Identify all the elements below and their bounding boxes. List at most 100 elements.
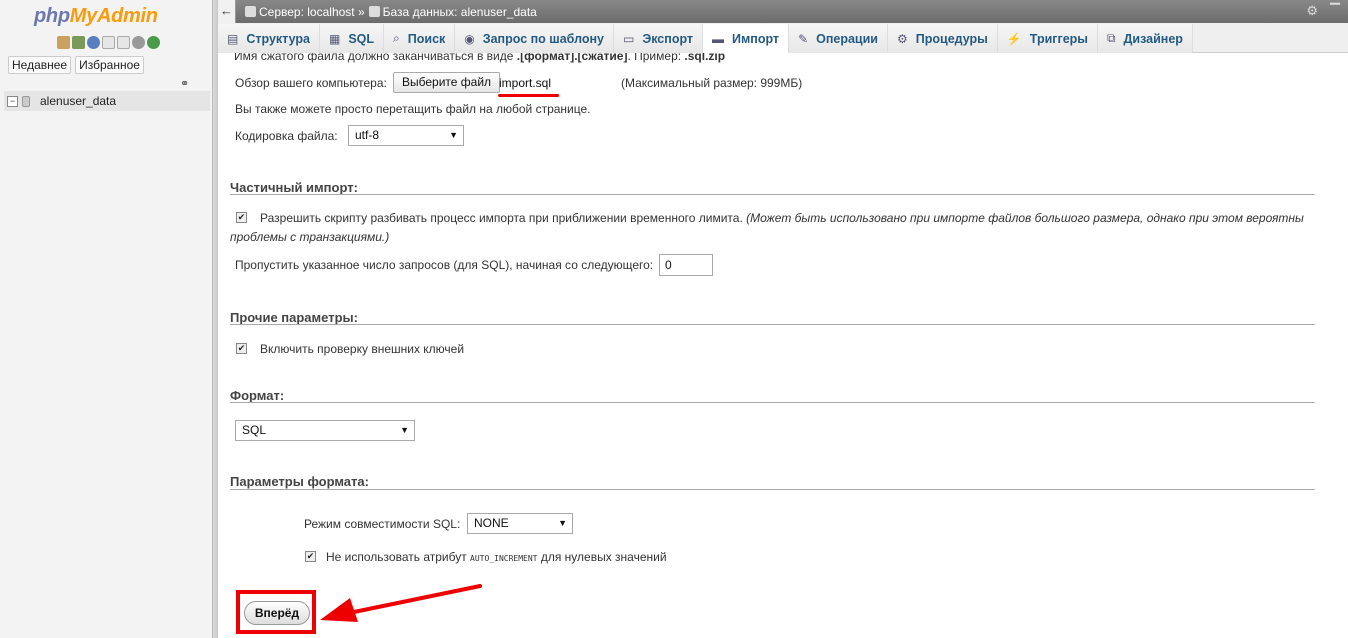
tab-operations-label: Операции <box>816 31 878 46</box>
expand-icon[interactable]: − <box>7 95 18 107</box>
tab-triggers[interactable]: ⚡ Триггеры <box>997 24 1098 53</box>
charset-select-value: utf-8 <box>355 128 380 142</box>
chevron-down-icon: ▼ <box>400 425 409 435</box>
no-auto-value-prefix: Не использовать атрибут <box>326 550 467 564</box>
compression-hint-example-label: . Пример: <box>627 53 682 63</box>
format-title: Формат: <box>230 388 285 403</box>
phpmyadmin-logo[interactable]: phpMyAdmin <box>34 5 158 28</box>
tab-import-label: Импорт <box>732 31 780 46</box>
chevron-down-icon: ▼ <box>558 518 567 528</box>
no-auto-value-suffix: для нулевых значений <box>540 550 667 564</box>
allow-interrupt-note-cont: проблемы с транзакциями.) <box>230 230 390 244</box>
query-icon: ◉ <box>464 31 475 46</box>
tab-sql-label: SQL <box>348 31 375 46</box>
go-button[interactable]: Вперёд <box>244 601 310 625</box>
search-icon: ⌕ <box>393 31 400 45</box>
import-form: Имя сжатого файла должно заканчиваться в… <box>218 53 1348 638</box>
skip-queries-label: Пропустить указанное число запросов (для… <box>235 258 654 272</box>
compression-hint: Имя сжатого файла должно заканчиваться в… <box>234 53 725 63</box>
db-tree-item-label[interactable]: alenuser_data <box>40 94 116 108</box>
compression-hint-format: .[формат].[сжатие] <box>516 53 628 63</box>
breadcrumb-server[interactable]: Сервер: localhost » <box>245 5 365 19</box>
fk-checks-label: Включить проверку внешних ключей <box>260 342 465 356</box>
divider <box>230 194 1315 195</box>
allow-interrupt-text: Разрешить скрипту разбивать процесс импо… <box>260 211 743 225</box>
divider <box>230 489 1315 490</box>
tab-structure-label: Структура <box>246 31 310 46</box>
logout-icon[interactable] <box>72 36 85 49</box>
allow-interrupt-label: Разрешить скрипту разбивать процесс импо… <box>260 211 1304 225</box>
sql-icon: ▦ <box>328 31 341 46</box>
file-name-underline <box>498 94 559 97</box>
favorite-tables-button[interactable]: Избранное <box>75 56 144 74</box>
breadcrumb-server-label[interactable]: Сервер: localhost » <box>259 5 365 19</box>
tab-triggers-label: Триггеры <box>1029 31 1088 46</box>
tab-bar: ▤ Структура ▦ SQL ⌕ Поиск ◉ Запрос по шаблон… <box>218 23 1348 53</box>
database-icon <box>22 95 30 107</box>
compat-mode-label: Режим совместимости SQL: <box>304 517 461 531</box>
compression-hint-example: .sql.zip <box>684 53 726 63</box>
collapse-nav-button[interactable]: ← <box>218 0 236 23</box>
max-size-label: (Максимальный размер: 999МБ) <box>621 76 803 90</box>
tab-search[interactable]: ⌕ Поиск <box>384 24 456 53</box>
designer-icon: ⧉ <box>1106 31 1116 45</box>
wrench-icon: ✎ <box>798 31 809 46</box>
tab-export[interactable]: ▭ Экспорт <box>613 24 704 53</box>
no-auto-value-code: AUTO_INCREMENT <box>470 554 538 563</box>
tab-export-label: Экспорт <box>642 31 694 46</box>
tab-designer-label: Дизайнер <box>1123 31 1183 46</box>
charset-select[interactable]: utf-8 ▼ <box>348 125 464 146</box>
logo-text-myadmin: MyAdmin <box>69 5 158 27</box>
tab-search-label: Поиск <box>407 31 446 46</box>
collapse-up-icon[interactable]: ▔ <box>1330 3 1340 19</box>
charset-label: Кодировка файла: <box>235 129 338 143</box>
tab-query-label: Запрос по шаблону <box>482 31 604 46</box>
breadcrumb-database-label[interactable]: База данных: alenuser_data <box>383 5 537 19</box>
choose-file-button[interactable]: Выберите файл <box>393 72 501 93</box>
partial-import-title: Частичный импорт: <box>230 180 358 195</box>
compat-mode-select[interactable]: NONE ▼ <box>467 513 573 534</box>
help-icon[interactable] <box>87 36 100 49</box>
server-icon <box>245 6 256 17</box>
sql-docs-icon[interactable] <box>117 36 130 49</box>
format-select[interactable]: SQL ▼ <box>235 420 415 441</box>
settings-gear-icon[interactable]: ⚙ <box>1306 3 1318 19</box>
triggers-icon: ⚡ <box>1006 31 1022 46</box>
nav-icon-bar <box>57 36 160 49</box>
no-auto-value-checkbox[interactable]: ✔ <box>305 551 316 562</box>
fk-checks-checkbox[interactable]: ✔ <box>236 343 247 354</box>
divider <box>230 402 1315 403</box>
structure-icon: ▤ <box>227 31 239 46</box>
home-icon[interactable] <box>57 36 70 49</box>
skip-queries-input[interactable]: 0 <box>659 254 713 276</box>
link-with-main-icon[interactable]: ⚭ <box>180 77 189 90</box>
other-options-title: Прочие параметры: <box>230 310 358 325</box>
tab-sql[interactable]: ▦ SQL <box>319 24 385 53</box>
pointer-arrow-annotation <box>320 584 482 622</box>
reload-icon[interactable] <box>147 36 160 49</box>
tab-operations[interactable]: ✎ Операции <box>789 24 888 53</box>
allow-interrupt-note: (Может быть использовано при импорте фай… <box>746 211 1304 225</box>
tab-query[interactable]: ◉ Запрос по шаблону <box>455 24 614 53</box>
breadcrumb: ← Сервер: localhost » База данных: alenu… <box>218 0 1348 23</box>
tab-routines-label: Процедуры <box>915 31 988 46</box>
database-icon <box>368 6 380 17</box>
browse-label: Обзор вашего компьютера: <box>235 76 387 90</box>
import-icon: ▬ <box>712 31 725 46</box>
tab-import[interactable]: ▬ Импорт <box>703 24 790 53</box>
logo-text-php: php <box>34 5 70 27</box>
tab-designer[interactable]: ⧉ Дизайнер <box>1097 24 1193 53</box>
allow-interrupt-checkbox[interactable]: ✔ <box>236 212 247 223</box>
tab-routines[interactable]: ⚙ Процедуры <box>888 24 998 53</box>
compat-mode-select-value: NONE <box>474 516 509 530</box>
db-tree-item[interactable]: − alenuser_data <box>4 91 210 111</box>
recent-tables-button[interactable]: Недавнее <box>8 56 72 74</box>
breadcrumb-database[interactable]: База данных: alenuser_data <box>368 5 537 19</box>
no-auto-value-label: Не использовать атрибут AUTO_INCREMENT д… <box>326 550 667 564</box>
selected-file-name: import.sql <box>499 76 552 90</box>
tab-structure[interactable]: ▤ Структура <box>218 24 320 53</box>
settings-icon[interactable] <box>132 36 145 49</box>
docs-icon[interactable] <box>102 36 115 49</box>
submit-highlight: Вперёд <box>236 590 316 634</box>
routines-icon: ⚙ <box>897 31 908 46</box>
